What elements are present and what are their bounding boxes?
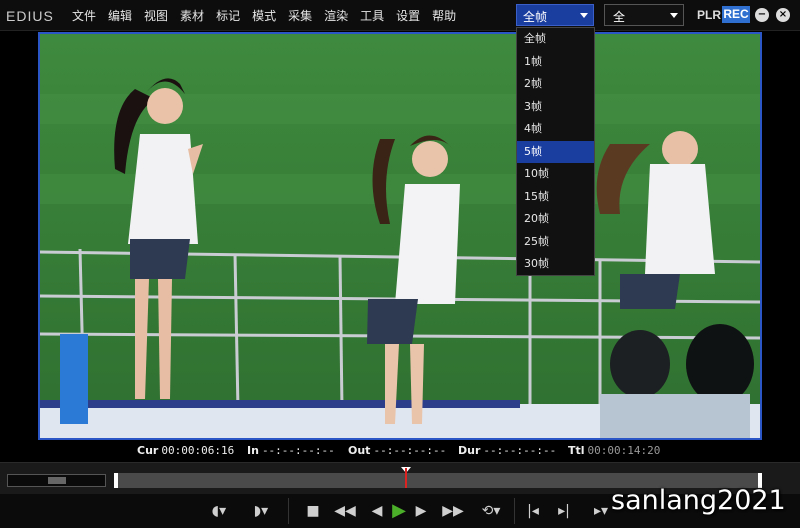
watermark: sanlang2021 (611, 485, 786, 516)
frame-dropdown[interactable]: 全帧 (516, 4, 594, 26)
menu-bar: EDIUS 文件 编辑 视图 素材 标记 模式 采集 渲染 工具 设置 帮助 全… (0, 0, 800, 31)
frame-option-1[interactable]: 1帧 (517, 51, 594, 74)
play-icon[interactable]: ▶ (388, 502, 410, 520)
timecode-ttl-label: Ttl (568, 444, 585, 457)
step-forward-icon[interactable]: ▶ (414, 502, 428, 520)
frame-option-30[interactable]: 30帧 (517, 253, 594, 276)
timecode-dur: Dur --:--:--:-- (458, 444, 556, 460)
menu-edit[interactable]: 编辑 (108, 8, 132, 24)
chevron-down-icon (670, 13, 678, 18)
frame-option-20[interactable]: 20帧 (517, 208, 594, 231)
set-in-point-icon[interactable]: ◖▾ (204, 502, 234, 520)
rec-button[interactable]: REC (722, 6, 750, 23)
set-out-point-icon[interactable]: ◗▾ (246, 502, 276, 520)
menu-mode[interactable]: 模式 (252, 8, 276, 24)
divider (514, 498, 515, 524)
rewind-icon[interactable]: ◀◀ (333, 502, 357, 520)
timecode-in-label: In (247, 444, 259, 457)
menu-help[interactable]: 帮助 (432, 8, 456, 24)
frame-option-4[interactable]: 4帧 (517, 118, 594, 141)
chevron-down-icon (580, 13, 588, 18)
timecode-in-value: --:--:--:-- (261, 444, 335, 457)
main-menu: 文件 编辑 视图 素材 标记 模式 采集 渲染 工具 设置 帮助 (72, 8, 468, 24)
timecode-out-label: Out (348, 444, 371, 457)
next-edit-icon[interactable]: ▸| (553, 502, 575, 520)
frame-option-10[interactable]: 10帧 (517, 163, 594, 186)
fast-forward-icon[interactable]: ▶▶ (441, 502, 465, 520)
timecode-out-value: --:--:--:-- (373, 444, 447, 457)
menu-marker[interactable]: 标记 (216, 8, 240, 24)
frame-dropdown-list: 全帧 1帧 2帧 3帧 4帧 5帧 10帧 15帧 20帧 25帧 30帧 (516, 27, 595, 276)
timecode-cur: Cur 00:00:06:16 (137, 444, 234, 460)
timecode-out: Out --:--:--:-- (348, 444, 446, 460)
view-dropdown-value: 全 (613, 10, 626, 24)
app-logo: EDIUS (6, 8, 54, 24)
frame-option-25[interactable]: 25帧 (517, 231, 594, 254)
frame-option-all[interactable]: 全帧 (517, 28, 594, 51)
timecode-in: In --:--:--:-- (247, 444, 335, 460)
frame-option-15[interactable]: 15帧 (517, 186, 594, 209)
timecode-cur-label: Cur (137, 444, 159, 457)
timecode-dur-label: Dur (458, 444, 481, 457)
menu-view[interactable]: 视图 (144, 8, 168, 24)
track-start-marker (114, 473, 118, 488)
step-back-icon[interactable]: ◀ (370, 502, 384, 520)
menu-settings[interactable]: 设置 (396, 8, 420, 24)
stop-icon[interactable]: ■ (305, 502, 321, 520)
timecode-cur-value: 00:00:06:16 (161, 444, 235, 457)
timecode-ttl: Ttl 00:00:14:20 (568, 444, 660, 460)
prev-edit-icon[interactable]: |◂ (522, 502, 544, 520)
frame-option-5[interactable]: 5帧 (517, 140, 594, 163)
menu-capture[interactable]: 采集 (288, 8, 312, 24)
divider (288, 498, 289, 524)
close-icon[interactable]: × (776, 8, 790, 22)
plr-button[interactable]: PLR (697, 8, 721, 22)
minimize-icon[interactable]: − (755, 8, 769, 22)
playhead[interactable] (404, 468, 407, 488)
shuttle-slider[interactable] (7, 474, 106, 487)
timecode-ttl-value: 00:00:14:20 (587, 444, 661, 457)
menu-file[interactable]: 文件 (72, 8, 96, 24)
timecode-dur-value: --:--:--:-- (483, 444, 557, 457)
menu-render[interactable]: 渲染 (324, 8, 348, 24)
frame-option-3[interactable]: 3帧 (517, 96, 594, 119)
view-dropdown[interactable]: 全 (604, 4, 684, 26)
video-frame-image (40, 34, 760, 438)
menu-tools[interactable]: 工具 (360, 8, 384, 24)
menu-clip[interactable]: 素材 (180, 8, 204, 24)
frame-option-2[interactable]: 2帧 (517, 73, 594, 96)
frame-dropdown-value: 全帧 (523, 10, 548, 24)
loop-icon[interactable]: ⟲▾ (476, 502, 506, 520)
video-preview[interactable] (38, 32, 762, 440)
shuttle-slider-thumb[interactable] (48, 477, 66, 484)
